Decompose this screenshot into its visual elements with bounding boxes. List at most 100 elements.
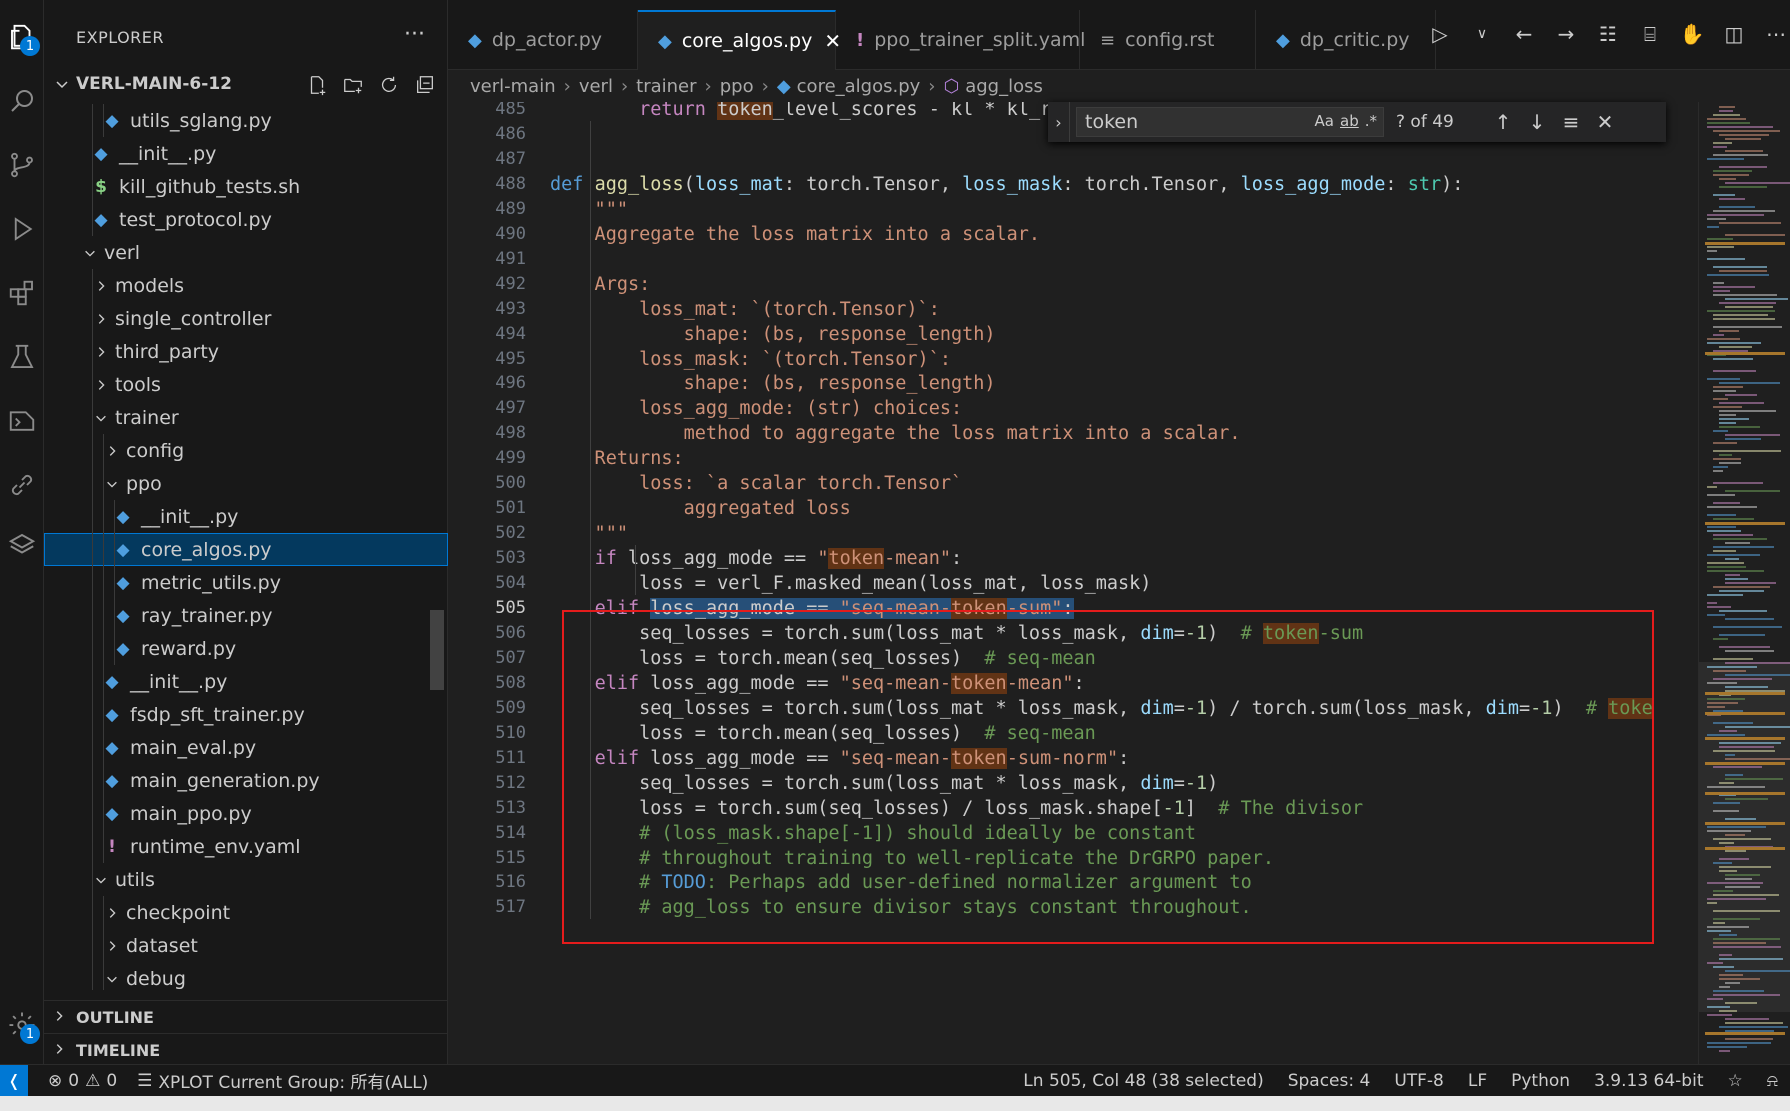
sidebar-scrollbar[interactable] xyxy=(430,610,444,690)
annotation-highlight-box xyxy=(562,610,1654,944)
breadcrumb-item[interactable]: verl-main xyxy=(470,76,556,97)
python-interpreter[interactable]: 3.9.13 64-bit xyxy=(1594,1071,1703,1091)
arrow-down-icon[interactable]: ↓ xyxy=(1520,110,1554,134)
run-debug-icon[interactable] xyxy=(0,204,44,254)
new-folder-icon[interactable] xyxy=(340,72,366,98)
tree-folder[interactable]: verl xyxy=(44,236,448,269)
minimap[interactable] xyxy=(1698,102,1790,1064)
breadcrumb-item[interactable]: trainer xyxy=(636,76,696,97)
tree-file[interactable]: ◆ metric_utils.py xyxy=(44,566,448,599)
tree-file[interactable]: $ kill_github_tests.sh xyxy=(44,170,448,203)
encoding[interactable]: UTF-8 xyxy=(1394,1071,1444,1091)
cursor-position[interactable]: Ln 505, Col 48 (38 selected) xyxy=(1023,1071,1263,1091)
tree-file[interactable]: ◆ __init__.py xyxy=(44,500,448,533)
tree-folder[interactable]: debug xyxy=(44,962,448,990)
tree-file[interactable]: ◆ reward.py xyxy=(44,632,448,665)
tree-file[interactable]: ◆ main_eval.py xyxy=(44,731,448,764)
language-mode[interactable]: Python xyxy=(1511,1071,1570,1091)
tab-config-rst[interactable]: ≡ config.rst xyxy=(1080,10,1256,70)
outline-section[interactable]: OUTLINE xyxy=(44,1000,448,1033)
tree-folder[interactable]: utils xyxy=(44,863,448,896)
close-icon[interactable]: ✕ xyxy=(1588,110,1622,134)
chevron-down-icon[interactable]: ∨ xyxy=(1468,20,1496,48)
tree-folder[interactable]: tools xyxy=(44,368,448,401)
breadcrumb-item[interactable]: ppo xyxy=(720,76,754,97)
arrow-up-icon[interactable]: ↑ xyxy=(1486,110,1520,134)
breadcrumb-item[interactable]: verl xyxy=(579,76,613,97)
find-in-selection-icon[interactable]: ≡ xyxy=(1554,110,1588,134)
toggle-replace-icon[interactable]: › xyxy=(1048,102,1070,142)
minimap-line xyxy=(1713,114,1740,116)
split-editor-icon[interactable]: ◫ xyxy=(1720,20,1748,48)
timeline-section[interactable]: TIMELINE xyxy=(44,1033,448,1066)
arrow-left-icon[interactable]: ← xyxy=(1510,20,1538,48)
tab-ppo-trainer-split[interactable]: ! ppo_trainer_split.yaml xyxy=(836,10,1085,70)
tree-file[interactable]: ◆ main_generation.py xyxy=(44,764,448,797)
code-line: method to aggregate the loss matrix into… xyxy=(550,420,1241,448)
tree-item-label: fsdp_sft_trainer.py xyxy=(130,703,305,726)
refresh-icon[interactable] xyxy=(376,72,402,98)
end-of-line[interactable]: LF xyxy=(1468,1071,1487,1091)
collapse-all-icon[interactable] xyxy=(412,72,438,98)
line-number: 513 xyxy=(495,797,526,818)
tree-file[interactable]: ◆ test_protocol.py xyxy=(44,203,448,236)
breadcrumb-item[interactable]: core_algos.py xyxy=(797,76,921,97)
line-number: 507 xyxy=(495,647,526,668)
remote-indicator-icon[interactable]: ❬ xyxy=(0,1064,28,1097)
tree-folder[interactable]: models xyxy=(44,269,448,302)
star-icon[interactable]: ☆ xyxy=(1727,1071,1742,1091)
tab-core-algos[interactable]: ◆ core_algos.py ✕ xyxy=(638,10,841,70)
tree-folder[interactable]: ppo xyxy=(44,467,448,500)
indent-guide xyxy=(92,500,93,533)
hand-pointer-icon[interactable]: ✋ xyxy=(1678,20,1706,48)
more-actions-icon[interactable]: ··· xyxy=(404,22,425,47)
run-icon[interactable]: ▷ xyxy=(1426,20,1454,48)
tree-file[interactable]: ◆ utils_sglang.py xyxy=(44,104,448,137)
tree-file[interactable]: ◆ core_algos.py xyxy=(44,533,448,566)
new-file-icon[interactable] xyxy=(304,72,330,98)
more-icon[interactable]: ⋯ xyxy=(1762,20,1790,48)
tab-dp-critic[interactable]: ◆ dp_critic.py xyxy=(1256,10,1436,70)
tree-file[interactable]: ! runtime_env.yaml xyxy=(44,830,448,863)
tree-file[interactable]: ◆ main_ppo.py xyxy=(44,797,448,830)
tree-folder[interactable]: dataset xyxy=(44,929,448,962)
breadcrumb-item[interactable]: agg_loss xyxy=(965,76,1043,97)
remote-link-icon[interactable] xyxy=(0,460,44,510)
tree-file[interactable]: ◆ __init__.py xyxy=(44,137,448,170)
xplot-group[interactable]: ☰ XPLOT Current Group: 所有(ALL) xyxy=(137,1068,428,1094)
tree-folder[interactable]: third_party xyxy=(44,335,448,368)
preview-book-icon[interactable]: ⌸ xyxy=(1636,20,1664,48)
tree-file[interactable]: ◆ __init__.py xyxy=(44,665,448,698)
extensions-icon[interactable] xyxy=(0,268,44,318)
tree-folder[interactable]: single_controller xyxy=(44,302,448,335)
layers-icon[interactable] xyxy=(0,520,44,570)
source-control-icon[interactable] xyxy=(0,140,44,190)
explorer-icon[interactable]: 1 xyxy=(0,12,44,62)
notifications-bell-icon[interactable]: ⍾ xyxy=(1767,1071,1778,1091)
indentation[interactable]: Spaces: 4 xyxy=(1288,1071,1371,1091)
minimap-line xyxy=(1713,290,1730,292)
tree-file[interactable]: ◆ fsdp_sft_trainer.py xyxy=(44,698,448,731)
tree-folder[interactable]: trainer xyxy=(44,401,448,434)
regex-icon[interactable]: .* xyxy=(1365,112,1377,130)
indent-guide xyxy=(92,632,93,665)
tree-folder[interactable]: config xyxy=(44,434,448,467)
match-case-icon[interactable]: Aa xyxy=(1315,112,1334,130)
line-number: 490 xyxy=(495,223,526,244)
tree-file[interactable]: ◆ ray_trainer.py xyxy=(44,599,448,632)
open-changes-icon[interactable]: ☷ xyxy=(1594,20,1622,48)
line-number: 517 xyxy=(495,897,526,918)
find-input[interactable]: token Aa ab .* xyxy=(1076,107,1384,137)
testing-icon[interactable] xyxy=(0,332,44,382)
workspace-root[interactable]: VERL-MAIN-6-12 xyxy=(44,70,448,102)
line-number: 498 xyxy=(495,423,526,444)
tab-dp-actor[interactable]: ◆ dp_actor.py xyxy=(448,10,638,70)
search-icon[interactable] xyxy=(0,76,44,126)
settings-gear-icon[interactable]: 1 xyxy=(0,1000,44,1050)
arrow-right-icon[interactable]: → xyxy=(1552,20,1580,48)
problems-indicator[interactable]: ⊗ 0 ⚠ 0 xyxy=(48,1071,117,1091)
terminal-icon[interactable] xyxy=(0,396,44,446)
tree-folder[interactable]: checkpoint xyxy=(44,896,448,929)
whole-word-icon[interactable]: ab xyxy=(1340,112,1359,130)
